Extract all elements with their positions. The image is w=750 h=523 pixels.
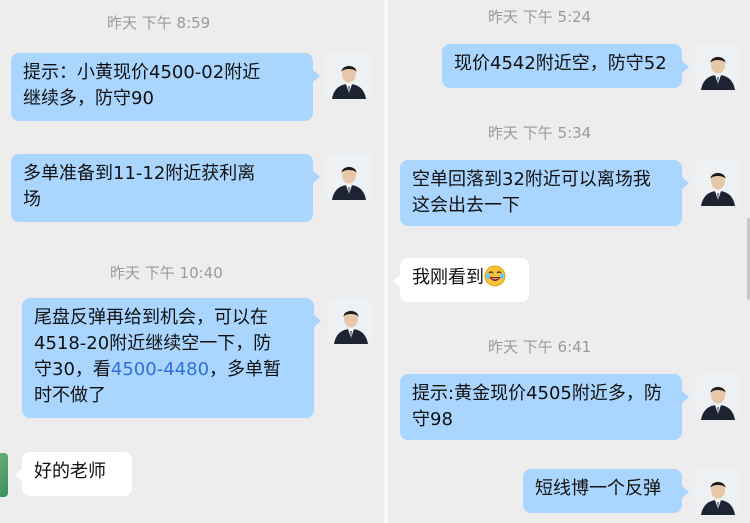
timestamp: 昨天 下午 10:40 bbox=[110, 264, 223, 282]
avatar[interactable] bbox=[326, 53, 372, 99]
message-text: 好的老师 bbox=[34, 461, 106, 482]
avatar[interactable] bbox=[695, 160, 741, 206]
chat-panel-right: 昨天 下午 5:24 现价4542附近空，防守52 昨天 下午 5:34 空单回… bbox=[388, 0, 750, 523]
message-text: 守30，看 bbox=[34, 359, 111, 380]
message-bubble[interactable]: 短线博一个反弹 bbox=[523, 469, 689, 513]
avatar[interactable] bbox=[326, 154, 372, 200]
chat-panel-left: 昨天 下午 8:59 提示：小黄现价4500-02附近 继续多，防守90 多单准… bbox=[0, 0, 384, 523]
message-bubble[interactable]: 提示:黄金现价4505附近多，防 守98 bbox=[400, 374, 689, 440]
message-text: ，多单暂 bbox=[209, 359, 282, 380]
message-line: 空单回落到32附近可以离场我 bbox=[412, 169, 651, 190]
message-text: 现价4542附近空，防守52 bbox=[454, 53, 667, 74]
message-bubble[interactable]: 多单准备到11-12附近获利离 场 bbox=[11, 154, 320, 222]
message-line: 4518-20附近继续空一下，防 bbox=[34, 333, 272, 354]
laughing-face-icon bbox=[484, 265, 506, 287]
message-line: 多单准备到11-12附近获利离 bbox=[23, 163, 256, 184]
avatar[interactable] bbox=[695, 469, 741, 515]
timestamp: 昨天 下午 5:24 bbox=[488, 8, 592, 26]
message-bubble[interactable]: 提示：小黄现价4500-02附近 继续多，防守90 bbox=[11, 53, 320, 121]
message-line: 继续多，防守90 bbox=[23, 88, 154, 109]
message-bubble[interactable]: 我刚看到 bbox=[393, 258, 529, 302]
timestamp: 昨天 下午 5:34 bbox=[488, 124, 592, 142]
message-text: 短线博一个反弹 bbox=[535, 478, 661, 499]
message-line: 时不做了 bbox=[34, 385, 106, 406]
message-bubble[interactable]: 好的老师 bbox=[15, 452, 132, 496]
message-line: 这会出去一下 bbox=[412, 195, 520, 216]
message-line: 提示:黄金现价4505附近多，防 bbox=[412, 383, 662, 404]
price-link[interactable]: 4500-4480 bbox=[111, 359, 209, 380]
message-line: 场 bbox=[23, 189, 41, 210]
timestamp: 昨天 下午 8:59 bbox=[107, 14, 211, 32]
message-bubble[interactable]: 现价4542附近空，防守52 bbox=[442, 44, 689, 88]
avatar[interactable] bbox=[0, 453, 8, 497]
message-line: 守98 bbox=[412, 409, 453, 430]
message-line: 提示：小黄现价4500-02附近 bbox=[23, 62, 261, 83]
message-line: 尾盘反弹再给到机会，可以在 bbox=[34, 307, 268, 328]
message-bubble[interactable]: 尾盘反弹再给到机会，可以在 4518-20附近继续空一下，防 守30，看4500… bbox=[22, 298, 321, 418]
message-bubble[interactable]: 空单回落到32附近可以离场我 这会出去一下 bbox=[400, 160, 689, 226]
avatar[interactable] bbox=[695, 44, 741, 90]
timestamp: 昨天 下午 6:41 bbox=[488, 338, 592, 356]
message-line: 守30，看4500-4480，多单暂 bbox=[34, 357, 302, 383]
avatar[interactable] bbox=[328, 298, 374, 344]
avatar[interactable] bbox=[695, 374, 741, 420]
message-text: 我刚看到 bbox=[412, 267, 484, 288]
